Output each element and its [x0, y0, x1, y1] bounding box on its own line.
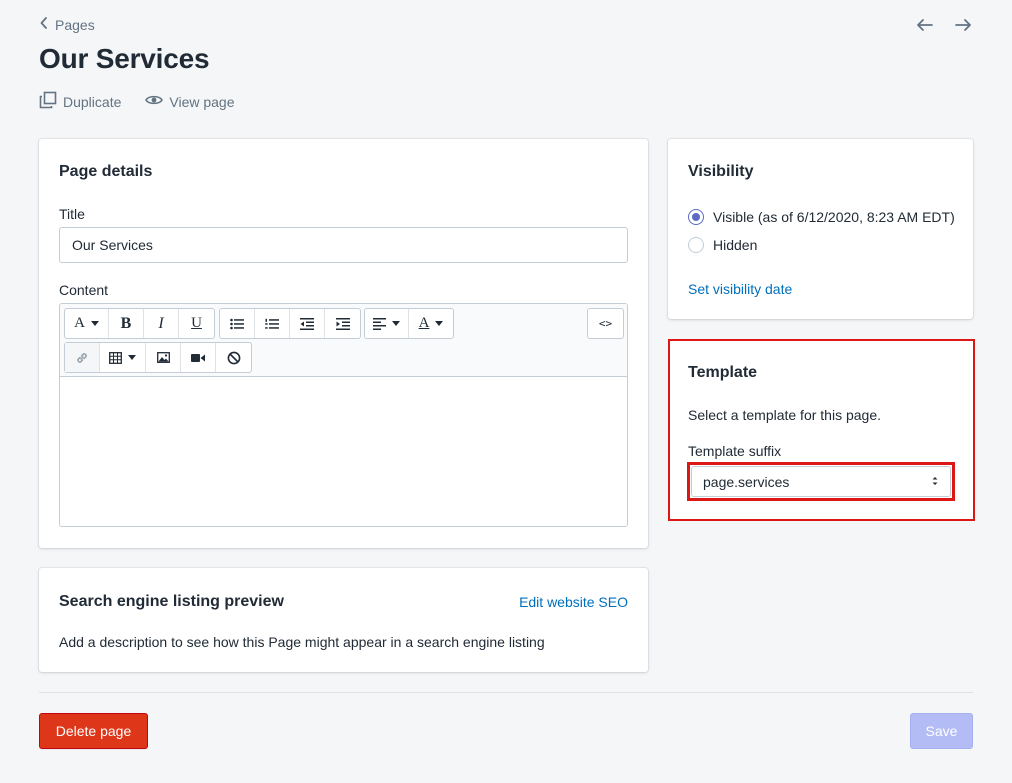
numbered-list-button[interactable] [255, 309, 290, 338]
link-button[interactable] [65, 343, 100, 372]
bold-icon: B [120, 314, 132, 332]
code-icon: <> [598, 317, 613, 330]
page-title: Our Services [39, 43, 210, 74]
video-button[interactable] [181, 343, 216, 372]
video-icon [191, 353, 205, 363]
page-actions: Duplicate View page [39, 91, 235, 112]
previous-arrow-icon[interactable] [915, 15, 935, 35]
image-button[interactable] [146, 343, 181, 372]
content-label: Content [59, 282, 109, 298]
outdent-icon [300, 317, 314, 330]
text-color-icon: A [418, 315, 430, 331]
chevron-left-icon [39, 16, 49, 33]
text-color-button[interactable]: A [409, 309, 453, 338]
next-arrow-icon[interactable] [953, 15, 973, 35]
italic-button[interactable]: I [144, 309, 179, 338]
duplicate-label: Duplicate [63, 93, 122, 110]
bullet-list-button[interactable] [220, 309, 255, 338]
template-card: Template Select a template for this page… [668, 339, 975, 521]
insert-group [64, 342, 252, 373]
seo-description: Add a description to see how this Page m… [59, 634, 545, 650]
view-page-label: View page [169, 93, 235, 110]
visible-radio-option[interactable]: Visible (as of 6/12/2020, 8:23 AM EDT) [688, 209, 955, 225]
clear-formatting-button[interactable] [216, 343, 251, 372]
save-button[interactable]: Save [910, 713, 973, 749]
underline-button[interactable]: U [179, 309, 214, 338]
editor-toolbar: A B I U A <> [60, 304, 627, 377]
align-left-icon [373, 317, 386, 330]
table-icon [109, 351, 122, 364]
align-color-group: A [364, 308, 454, 339]
eye-icon [145, 91, 164, 112]
radio-button-checked[interactable] [688, 209, 704, 225]
font-style-icon: A [74, 315, 85, 331]
hidden-label: Hidden [713, 237, 758, 253]
duplicate-button[interactable]: Duplicate [39, 91, 121, 112]
code-group: <> [587, 308, 624, 339]
caret-down-icon [90, 321, 99, 326]
caret-down-icon [392, 321, 400, 326]
font-group: A B I U [64, 308, 215, 339]
page-details-card: Page details Title Our Services Content … [39, 139, 648, 548]
bullet-list-icon [230, 318, 244, 330]
visible-label: Visible (as of 6/12/2020, 8:23 AM EDT) [713, 209, 955, 225]
font-style-button[interactable]: A [65, 309, 109, 338]
template-suffix-label: Template suffix [688, 443, 782, 459]
indent-icon [335, 317, 350, 330]
underline-icon: U [191, 315, 202, 331]
visibility-heading: Visibility [688, 163, 754, 180]
indent-button[interactable] [325, 309, 360, 338]
duplicate-icon [39, 91, 57, 112]
caret-down-icon [128, 355, 136, 360]
table-button[interactable] [100, 343, 146, 372]
set-visibility-date-link[interactable]: Set visibility date [688, 281, 792, 297]
seo-heading: Search engine listing preview [59, 593, 284, 610]
list-group [219, 308, 361, 339]
prohibited-icon [227, 351, 241, 365]
breadcrumb-label: Pages [55, 16, 95, 33]
editor-content-area[interactable] [60, 377, 627, 526]
template-suffix-select[interactable]: page.services [691, 466, 951, 497]
view-page-button[interactable]: View page [145, 91, 235, 112]
show-html-button[interactable]: <> [588, 309, 623, 338]
image-icon [156, 352, 170, 363]
template-suffix-value: page.services [703, 473, 790, 490]
template-heading: Template [688, 364, 758, 381]
numbered-list-icon [265, 318, 279, 330]
rich-text-editor: A B I U A <> [59, 303, 628, 527]
footer-divider [39, 692, 973, 693]
breadcrumb[interactable]: Pages [39, 16, 95, 33]
visibility-card: Visibility Visible (as of 6/12/2020, 8:2… [668, 139, 973, 319]
seo-preview-card: Search engine listing preview Edit websi… [39, 568, 648, 672]
template-description: Select a template for this page. [688, 407, 881, 423]
hidden-radio-option[interactable]: Hidden [688, 237, 757, 253]
caret-down-icon [435, 321, 444, 326]
link-icon [75, 351, 89, 365]
title-label: Title [59, 206, 85, 222]
bold-button[interactable]: B [109, 309, 144, 338]
title-input[interactable]: Our Services [59, 227, 628, 263]
delete-page-button[interactable]: Delete page [39, 713, 148, 749]
radio-button[interactable] [688, 237, 704, 253]
italic-icon: I [158, 314, 164, 332]
page-details-heading: Page details [59, 163, 153, 180]
template-suffix-highlight: page.services [687, 462, 955, 501]
pagination-arrows [915, 15, 973, 35]
align-button[interactable] [365, 309, 409, 338]
edit-website-seo-link[interactable]: Edit website SEO [519, 594, 628, 610]
select-arrows-icon [931, 474, 939, 490]
outdent-button[interactable] [290, 309, 325, 338]
